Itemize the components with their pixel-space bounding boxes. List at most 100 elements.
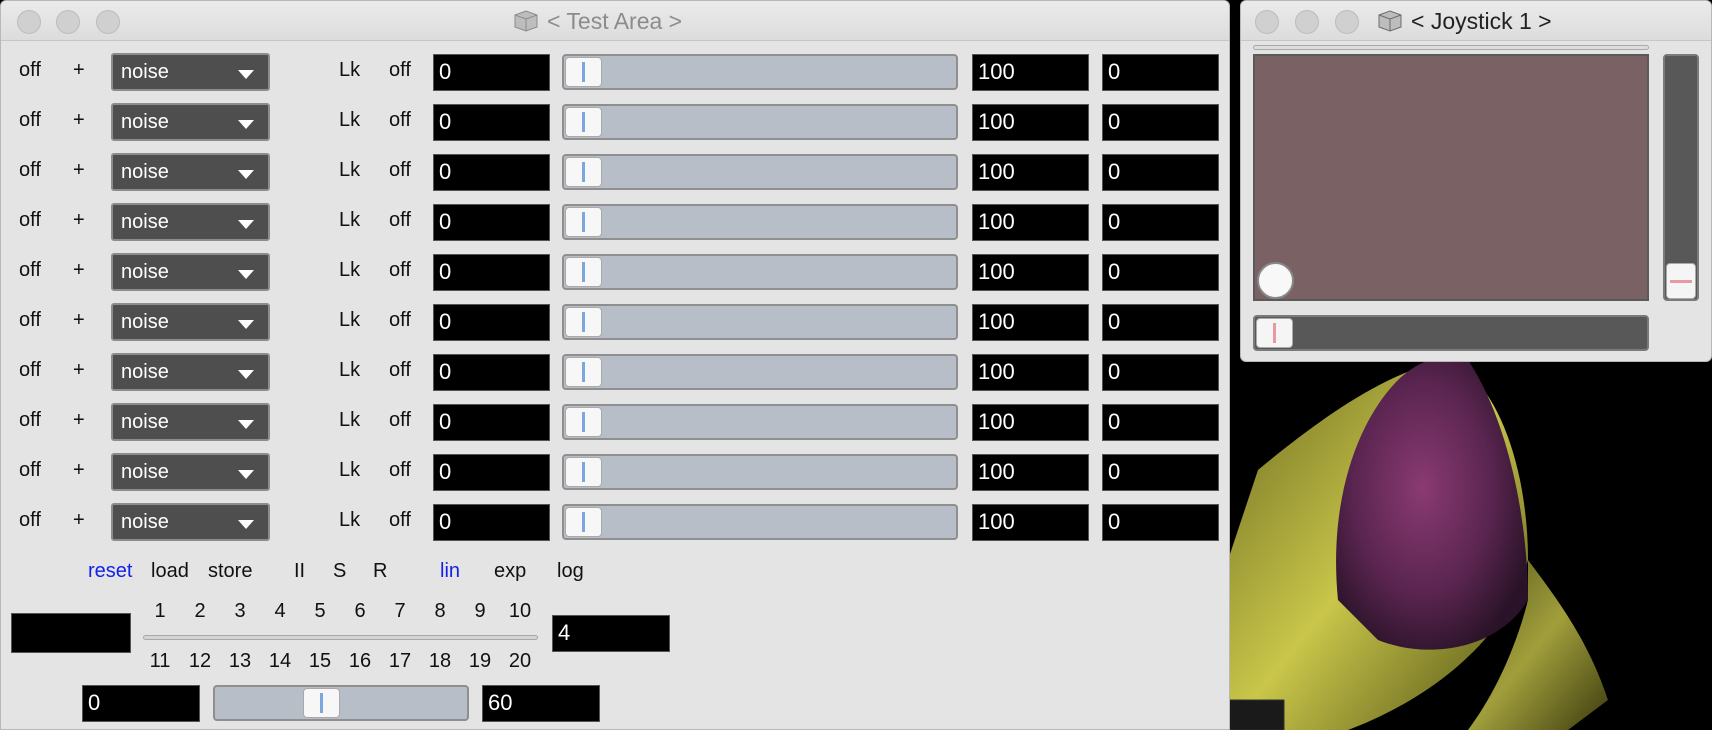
- row-value-box[interactable]: 0: [1102, 154, 1219, 191]
- row-add-button[interactable]: +: [73, 109, 85, 132]
- row-state-toggle[interactable]: off: [19, 409, 41, 432]
- row-state-toggle[interactable]: off: [19, 209, 41, 232]
- row-value-box[interactable]: 0: [1102, 204, 1219, 241]
- row-state-toggle[interactable]: off: [19, 309, 41, 332]
- row-min-box[interactable]: 0: [433, 504, 550, 541]
- r-button[interactable]: R: [373, 560, 387, 583]
- row-max-box[interactable]: 100: [972, 454, 1089, 491]
- row-max-box[interactable]: 100: [972, 104, 1089, 141]
- preset-number[interactable]: 12: [185, 650, 215, 673]
- lock-toggle[interactable]: Lk: [339, 359, 360, 382]
- row-max-box[interactable]: 100: [972, 304, 1089, 341]
- row-slider[interactable]: [562, 154, 958, 190]
- row-slider[interactable]: [562, 104, 958, 140]
- close-button[interactable]: [17, 10, 41, 34]
- lock-toggle[interactable]: Lk: [339, 159, 360, 182]
- lock-toggle[interactable]: Lk: [339, 109, 360, 132]
- bottom-max-box[interactable]: 60: [482, 685, 600, 722]
- lock-state-toggle[interactable]: off: [389, 359, 411, 382]
- row-min-box[interactable]: 0: [433, 404, 550, 441]
- row-min-box[interactable]: 0: [433, 304, 550, 341]
- row-slider[interactable]: [562, 504, 958, 540]
- row-slider[interactable]: [562, 404, 958, 440]
- preset-number[interactable]: 16: [345, 650, 375, 673]
- row-min-box[interactable]: 0: [433, 154, 550, 191]
- lock-state-toggle[interactable]: off: [389, 209, 411, 232]
- log-button[interactable]: log: [557, 560, 584, 583]
- zoom-button[interactable]: [96, 10, 120, 34]
- preset-number[interactable]: 18: [425, 650, 455, 673]
- preset-number[interactable]: 3: [225, 600, 255, 623]
- row-value-box[interactable]: 0: [1102, 504, 1219, 541]
- row-min-box[interactable]: 0: [433, 254, 550, 291]
- joystick-x-slider[interactable]: [1253, 315, 1649, 351]
- lock-state-toggle[interactable]: off: [389, 109, 411, 132]
- row-max-box[interactable]: 100: [972, 254, 1089, 291]
- row-value-box[interactable]: 0: [1102, 104, 1219, 141]
- row-add-button[interactable]: +: [73, 509, 85, 532]
- mode-dropdown[interactable]: noise: [111, 103, 270, 141]
- row-add-button[interactable]: +: [73, 159, 85, 182]
- mode-dropdown[interactable]: noise: [111, 253, 270, 291]
- preset-number[interactable]: 5: [305, 600, 335, 623]
- preset-number[interactable]: 10: [505, 600, 535, 623]
- preset-number[interactable]: 6: [345, 600, 375, 623]
- lock-toggle[interactable]: Lk: [339, 309, 360, 332]
- zoom-button[interactable]: [1335, 10, 1359, 34]
- lock-state-toggle[interactable]: off: [389, 159, 411, 182]
- joystick-pad[interactable]: [1253, 54, 1649, 301]
- exp-button[interactable]: exp: [494, 560, 526, 583]
- row-state-toggle[interactable]: off: [19, 59, 41, 82]
- preset-slider[interactable]: [143, 635, 538, 640]
- lock-toggle[interactable]: Lk: [339, 209, 360, 232]
- row-min-box[interactable]: 0: [433, 104, 550, 141]
- row-value-box[interactable]: 0: [1102, 54, 1219, 91]
- preset-number[interactable]: 4: [265, 600, 295, 623]
- row-value-box[interactable]: 0: [1102, 454, 1219, 491]
- lock-state-toggle[interactable]: off: [389, 409, 411, 432]
- row-add-button[interactable]: +: [73, 259, 85, 282]
- lock-toggle[interactable]: Lk: [339, 459, 360, 482]
- row-value-box[interactable]: 0: [1102, 404, 1219, 441]
- row-state-toggle[interactable]: off: [19, 109, 41, 132]
- lock-state-toggle[interactable]: off: [389, 309, 411, 332]
- row-max-box[interactable]: 100: [972, 404, 1089, 441]
- row-slider-knob[interactable]: [565, 57, 602, 87]
- joystick-handle[interactable]: [1257, 262, 1294, 299]
- row-max-box[interactable]: 100: [972, 154, 1089, 191]
- row-add-button[interactable]: +: [73, 59, 85, 82]
- row-add-button[interactable]: +: [73, 209, 85, 232]
- row-add-button[interactable]: +: [73, 459, 85, 482]
- close-button[interactable]: [1255, 10, 1279, 34]
- preset-number[interactable]: 1: [145, 600, 175, 623]
- row-slider-knob[interactable]: [565, 157, 602, 187]
- preset-number[interactable]: 9: [465, 600, 495, 623]
- mode-dropdown[interactable]: noise: [111, 203, 270, 241]
- lock-state-toggle[interactable]: off: [389, 509, 411, 532]
- reset-button[interactable]: reset: [88, 560, 132, 583]
- row-state-toggle[interactable]: off: [19, 459, 41, 482]
- bottom-slider-knob[interactable]: [303, 688, 341, 718]
- joystick-y-knob[interactable]: [1666, 263, 1696, 299]
- row-value-box[interactable]: 0: [1102, 354, 1219, 391]
- row-state-toggle[interactable]: off: [19, 259, 41, 282]
- lock-toggle[interactable]: Lk: [339, 259, 360, 282]
- mode-dropdown[interactable]: noise: [111, 453, 270, 491]
- preset-name-box[interactable]: [11, 613, 131, 653]
- pause-button[interactable]: II: [294, 560, 305, 583]
- row-slider[interactable]: [562, 304, 958, 340]
- row-max-box[interactable]: 100: [972, 54, 1089, 91]
- preset-number[interactable]: 19: [465, 650, 495, 673]
- preset-number[interactable]: 7: [385, 600, 415, 623]
- row-slider-knob[interactable]: [565, 357, 602, 387]
- lock-toggle[interactable]: Lk: [339, 509, 360, 532]
- row-slider[interactable]: [562, 54, 958, 90]
- row-slider[interactable]: [562, 204, 958, 240]
- row-add-button[interactable]: +: [73, 309, 85, 332]
- row-slider-knob[interactable]: [565, 407, 602, 437]
- preset-number[interactable]: 17: [385, 650, 415, 673]
- preset-number[interactable]: 20: [505, 650, 535, 673]
- preset-number[interactable]: 13: [225, 650, 255, 673]
- preset-number[interactable]: 2: [185, 600, 215, 623]
- preset-number[interactable]: 8: [425, 600, 455, 623]
